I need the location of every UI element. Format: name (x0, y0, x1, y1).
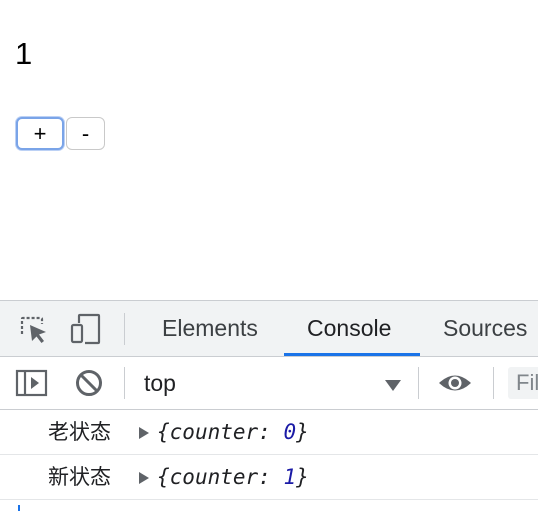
toolbar-separator (124, 313, 125, 345)
active-tab-indicator (284, 353, 420, 356)
decrement-button[interactable]: - (66, 117, 105, 150)
devtools-tab-bar: Elements Console Sources (0, 301, 538, 357)
increment-button[interactable]: + (16, 117, 64, 150)
tab-elements[interactable]: Elements (162, 301, 258, 356)
context-selector[interactable]: top (140, 363, 410, 403)
expand-triangle-icon[interactable] (139, 427, 149, 439)
tab-console[interactable]: Console (307, 301, 391, 356)
counter-value: 1 (15, 36, 33, 71)
toolbar-separator (493, 367, 494, 399)
page: 1 + - Elements Console Sources top Filte… (0, 0, 538, 512)
context-selector-value: top (144, 370, 176, 396)
prompt-caret-icon (18, 505, 26, 511)
log-object-preview[interactable]: {counter: 1} (157, 464, 309, 490)
console-prompt[interactable] (0, 499, 538, 512)
expand-triangle-icon[interactable] (139, 472, 149, 484)
log-object-value: 1 (283, 465, 297, 489)
chevron-down-icon (385, 380, 401, 391)
log-object-key: counter (169, 420, 259, 444)
console-message: 老状态 {counter: 0} (0, 410, 538, 455)
log-object-preview[interactable]: {counter: 0} (157, 419, 309, 445)
app-area: 1 + - (0, 0, 538, 300)
devtools-panel: Elements Console Sources top Filter 老状态 … (0, 300, 538, 512)
console-toolbar: top (0, 357, 538, 410)
log-label: 老状态 (48, 420, 111, 444)
tab-sources[interactable]: Sources (443, 301, 527, 356)
log-object-key: counter (169, 465, 259, 489)
console-message: 新状态 {counter: 1} (0, 455, 538, 500)
sidebar-toggle-icon[interactable] (14, 365, 50, 401)
clear-console-icon[interactable] (71, 365, 107, 401)
log-object-value: 0 (283, 420, 297, 444)
filter-input[interactable] (508, 367, 538, 399)
device-toggle-icon[interactable] (68, 311, 104, 347)
eye-icon[interactable] (437, 365, 473, 401)
toolbar-separator (124, 367, 125, 399)
inspect-element-icon[interactable] (15, 311, 51, 347)
toolbar-separator (418, 367, 419, 399)
log-label: 新状态 (48, 465, 111, 489)
